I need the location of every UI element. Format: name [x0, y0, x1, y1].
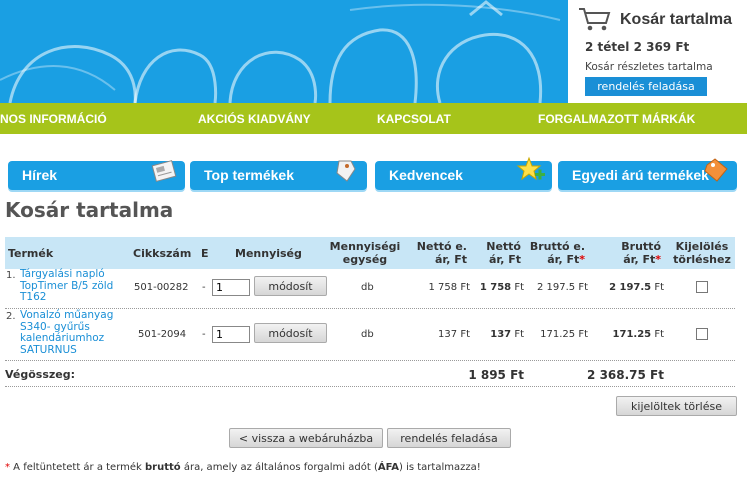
- newspaper-icon: [151, 160, 177, 182]
- tab-favorites-label: Kedvencek: [389, 167, 463, 183]
- cart-title: Kosár tartalma: [620, 11, 733, 28]
- tab-custom-price-label: Egyedi árú termékek: [572, 167, 709, 183]
- orange-tag-icon: [704, 158, 728, 182]
- row-number: 1.: [6, 270, 16, 281]
- quantity-input[interactable]: [212, 326, 250, 343]
- nav-item-information[interactable]: NOS INFORMÁCIÓ: [0, 112, 107, 126]
- gross-price: 2 197.5 Ft: [609, 282, 664, 293]
- header-net-unit-price: Nettó e. ár, Ft: [416, 240, 467, 266]
- gross-price: 171.25 Ft: [612, 329, 664, 340]
- tab-top-products-label: Top termékek: [204, 167, 294, 183]
- nav-item-promo-catalog[interactable]: AKCIÓS KIADVÁNY: [198, 112, 311, 126]
- product-sku: 501-00282: [134, 282, 189, 293]
- header-quantity: Mennyiség: [235, 247, 302, 260]
- main-navigation: NOS INFORMÁCIÓ AKCIÓS KIADVÁNY KAPCSOLAT…: [0, 103, 747, 134]
- delete-selected-button[interactable]: kijelöltek törlése: [616, 396, 737, 416]
- total-divider: [5, 386, 735, 387]
- price-tag-icon: [336, 160, 356, 182]
- page-title: Kosár tartalma: [5, 198, 174, 222]
- tab-favorites[interactable]: Kedvencek: [375, 156, 552, 190]
- modify-quantity-button[interactable]: módosít: [254, 323, 327, 343]
- row-divider: [5, 308, 735, 309]
- header-product: Termék: [8, 247, 54, 260]
- shopping-cart-icon: [579, 8, 611, 31]
- tab-custom-price[interactable]: Egyedi árú termékek: [558, 158, 737, 190]
- header-sku: Cikkszám: [133, 247, 192, 260]
- quantity-input[interactable]: [212, 279, 250, 296]
- row-divider: [5, 360, 735, 361]
- total-net: 1 895 Ft: [468, 368, 524, 382]
- place-order-button[interactable]: rendelés feladása: [387, 428, 511, 448]
- total-label: Végösszeg:: [5, 368, 76, 381]
- brand-logo-art: [0, 0, 561, 103]
- net-unit-price: 137 Ft: [438, 329, 470, 340]
- product-e: -: [202, 329, 206, 340]
- nav-item-brands[interactable]: FORGALMAZOTT MÁRKÁK: [538, 112, 695, 126]
- gross-unit-price: 171.25 Ft: [540, 329, 588, 340]
- gross-unit-price: 2 197.5 Ft: [536, 282, 588, 293]
- tab-news-label: Hírek: [22, 167, 58, 183]
- product-unit: db: [361, 282, 374, 293]
- header-net-price: Nettó ár, Ft: [486, 240, 521, 266]
- net-unit-price: 1 758 Ft: [428, 282, 470, 293]
- cart-summary-box: Kosár tartalma 2 tétel 2 369 Ft Kosár ré…: [568, 0, 747, 103]
- product-unit: db: [361, 329, 374, 340]
- modify-quantity-button[interactable]: módosít: [254, 276, 327, 296]
- header-select-delete: Kijelölés törléshez: [673, 240, 731, 266]
- total-gross: 2 368.75 Ft: [587, 368, 664, 382]
- back-to-shop-button[interactable]: < vissza a webáruházba: [229, 428, 383, 448]
- cart-item-count-total: 2 tétel 2 369 Ft: [585, 40, 690, 54]
- product-sku: 501-2094: [138, 329, 187, 340]
- product-e: -: [202, 282, 206, 293]
- star-plus-icon: [516, 156, 545, 181]
- delete-checkbox[interactable]: [696, 328, 708, 340]
- tab-top-products[interactable]: Top termékek: [190, 160, 367, 190]
- delete-checkbox[interactable]: [696, 281, 708, 293]
- vat-footnote: * A feltüntetett ár a termék bruttó ára,…: [5, 462, 481, 473]
- site-header: Kosár tartalma 2 tétel 2 369 Ft Kosár ré…: [0, 0, 747, 103]
- nav-item-contact[interactable]: KAPCSOLAT: [377, 112, 451, 126]
- cart-details-link[interactable]: Kosár részletes tartalma: [585, 61, 713, 73]
- header-unit: Mennyiségi egység: [329, 240, 401, 266]
- cart-table-header: Termék Cikkszám E Mennyiség Mennyiségi e…: [5, 237, 735, 269]
- header-order-button[interactable]: rendelés feladása: [585, 77, 707, 96]
- product-link[interactable]: Tárgyalási napló TopTimer B/5 zöld T162: [20, 268, 130, 304]
- header-gross-unit-price: Bruttó e. ár, Ft*: [529, 240, 585, 266]
- header-gross-price: Bruttó ár, Ft*: [621, 240, 661, 266]
- row-number: 2.: [6, 311, 16, 322]
- header-e: E: [201, 247, 209, 260]
- tab-news[interactable]: Hírek: [8, 160, 185, 190]
- product-link[interactable]: Vonalzó műanyag S340- gyűrűs kalendárium…: [20, 309, 128, 356]
